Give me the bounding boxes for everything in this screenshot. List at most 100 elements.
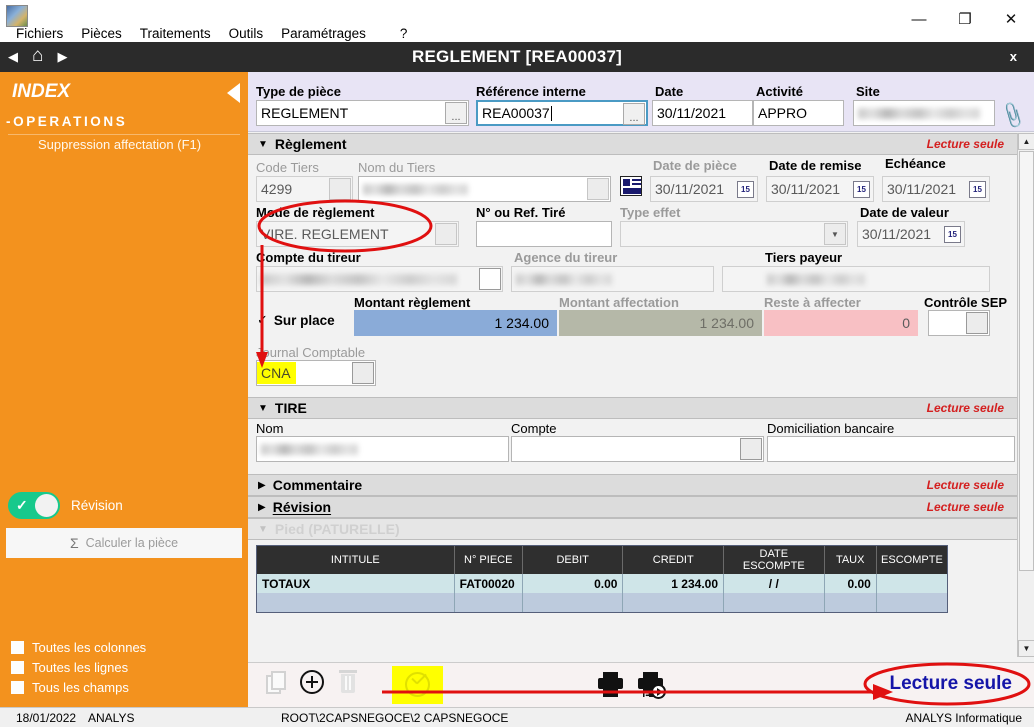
chevron-down-icon[interactable]: ▼: [824, 223, 846, 245]
type-piece-label: Type de pièce: [256, 84, 341, 99]
num-tire-input[interactable]: [476, 221, 612, 247]
compte-tireur-redacted-value: [261, 274, 457, 285]
tire-nom-input[interactable]: [256, 436, 509, 462]
date-piece-input[interactable]: 30/11/2021 15: [650, 176, 758, 202]
toggle-knob: [35, 494, 58, 517]
compte-tireur-browse-button[interactable]: [479, 268, 501, 290]
validate-button[interactable]: [392, 666, 443, 704]
tire-compte-browse-button[interactable]: [740, 438, 762, 460]
tiers-payeur-input[interactable]: [722, 266, 990, 292]
type-piece-input[interactable]: REGLEMENT ...: [256, 100, 469, 126]
table-row[interactable]: TOTAUX FAT00020 0.00 1 234.00 / / 0.00: [257, 574, 947, 593]
code-tiers-input[interactable]: 4299: [256, 176, 353, 202]
revision-toggle-label: Révision: [71, 498, 123, 513]
menu-item-help[interactable]: ?: [391, 24, 417, 44]
nom-tiers-browse-button[interactable]: [587, 178, 609, 200]
collapse-arrow-icon[interactable]: [227, 83, 240, 103]
reference-interne-input[interactable]: REA00037 ...: [476, 100, 648, 126]
date-remise-input[interactable]: 30/11/2021 15: [766, 176, 874, 202]
column-header-debit: DEBIT: [522, 546, 623, 574]
type-piece-browse-button[interactable]: ...: [445, 102, 467, 124]
section-header-commentaire[interactable]: ▶ Commentaire Lecture seule: [248, 474, 1034, 496]
section-header-tire[interactable]: ▼ TIRE Lecture seule: [248, 397, 1034, 419]
sur-place-checkbox[interactable]: ✓ Sur place: [257, 312, 335, 328]
activite-input[interactable]: APPRO: [753, 100, 844, 126]
agence-tireur-input[interactable]: [511, 266, 714, 292]
date-input[interactable]: 30/11/2021: [652, 100, 753, 126]
tire-nom-label: Nom: [256, 421, 283, 436]
mode-reglement-browse-button[interactable]: [435, 223, 457, 245]
column-header-intitule: INTITULE: [257, 546, 454, 574]
section-header-revision[interactable]: ▶ Révision Lecture seule: [248, 496, 1034, 518]
sur-place-label: Sur place: [274, 313, 335, 328]
status-date: 18/01/2022: [16, 711, 76, 725]
site-input[interactable]: [853, 100, 995, 126]
maximize-button[interactable]: ❐: [942, 0, 988, 38]
reference-interne-browse-button[interactable]: ...: [623, 103, 645, 125]
journal-comptable-browse-button[interactable]: [352, 362, 374, 384]
calendar-icon[interactable]: 15: [737, 181, 754, 198]
nom-tiers-input[interactable]: [358, 176, 611, 202]
journal-comptable-label: Journal Comptable: [256, 345, 365, 360]
section-pied-label: Pied (PATURELLE): [275, 521, 400, 537]
reste-affecter-label: Reste à affecter: [764, 295, 861, 310]
tire-compte-label: Compte: [511, 421, 557, 436]
controle-sepa-input[interactable]: [928, 310, 990, 336]
close-document-button[interactable]: x: [1010, 42, 1017, 72]
minimize-button[interactable]: —: [896, 0, 942, 38]
code-tiers-browse-button[interactable]: [329, 178, 351, 200]
code-tiers-label: Code Tiers: [256, 160, 319, 175]
section-header-reglement[interactable]: ▼ Règlement Lecture seule: [248, 133, 1034, 155]
add-circle-icon[interactable]: [300, 670, 324, 694]
montant-reglement-value[interactable]: 1 234.00: [354, 310, 557, 336]
menu-item-pieces[interactable]: Pièces: [72, 24, 131, 44]
compte-tireur-input[interactable]: [256, 266, 503, 292]
status-user: ANALYS: [88, 711, 134, 725]
checkbox-tous-les-champs[interactable]: Tous les champs: [11, 680, 129, 695]
section-header-pied[interactable]: ▼ Pied (PATURELLE): [248, 518, 1034, 540]
type-effet-select[interactable]: ▼: [620, 221, 848, 247]
scroll-up-arrow[interactable]: ▲: [1018, 133, 1034, 150]
readonly-badge: Lecture seule: [927, 401, 1004, 415]
journal-comptable-input[interactable]: CNA: [256, 360, 376, 386]
controle-sepa-browse-button[interactable]: [966, 312, 988, 334]
scroll-down-arrow[interactable]: ▼: [1018, 640, 1034, 657]
menu-item-outils[interactable]: Outils: [220, 24, 273, 44]
chevron-right-icon: ▶: [258, 502, 266, 513]
mode-reglement-input[interactable]: VIRE. REGLEMENT: [256, 221, 459, 247]
calendar-icon[interactable]: 15: [853, 181, 870, 198]
date-label: Date: [655, 84, 683, 99]
status-path: ROOT\2CAPSNEGOCE\2 CAPSNEGOCE: [281, 711, 508, 725]
scrollbar-thumb[interactable]: [1019, 151, 1034, 571]
revision-toggle[interactable]: ✓: [8, 492, 60, 519]
menu-item-fichiers[interactable]: Fichiers: [7, 24, 72, 44]
print-icon[interactable]: [598, 672, 624, 698]
checkbox-toutes-les-lignes[interactable]: Toutes les lignes: [11, 660, 128, 675]
tire-domiciliation-input[interactable]: [767, 436, 1015, 462]
tiers-payeur-redacted-value: [767, 274, 865, 285]
echeance-input[interactable]: 30/11/2021 15: [882, 176, 990, 202]
table-row-empty[interactable]: [257, 593, 947, 612]
cell-escompte: [876, 574, 947, 593]
cell-intitule: TOTAUX: [257, 574, 454, 593]
pied-table: INTITULE N° PIECE DEBIT CREDIT DATE ESCO…: [256, 545, 948, 613]
tire-compte-input[interactable]: [511, 436, 764, 462]
calendar-icon[interactable]: 15: [944, 226, 961, 243]
contact-card-icon[interactable]: [620, 176, 642, 196]
menu-item-parametrages[interactable]: Paramétrages: [272, 24, 375, 44]
checkbox-box: [11, 681, 24, 694]
copy-icon[interactable]: [266, 671, 288, 696]
sidebar-divider: [8, 134, 240, 135]
menu-item-traitements[interactable]: Traitements: [131, 24, 220, 44]
close-window-button[interactable]: ✕: [988, 0, 1034, 38]
vertical-scrollbar[interactable]: ▲ ▼: [1017, 133, 1034, 657]
print-preview-icon[interactable]: E: [638, 672, 668, 700]
date-valeur-input[interactable]: 30/11/2021 15: [857, 221, 965, 247]
tire-domiciliation-label: Domiciliation bancaire: [767, 421, 894, 436]
calculer-la-piece-button[interactable]: Σ Calculer la pièce: [6, 528, 242, 558]
checkbox-toutes-les-colonnes[interactable]: Toutes les colonnes: [11, 640, 146, 655]
calendar-icon[interactable]: 15: [969, 181, 986, 198]
sidebar-item-suppression-affectation[interactable]: Suppression affectation (F1): [38, 137, 201, 152]
toggle-check-icon: ✓: [16, 497, 28, 514]
type-piece-value: REGLEMENT: [261, 105, 348, 121]
